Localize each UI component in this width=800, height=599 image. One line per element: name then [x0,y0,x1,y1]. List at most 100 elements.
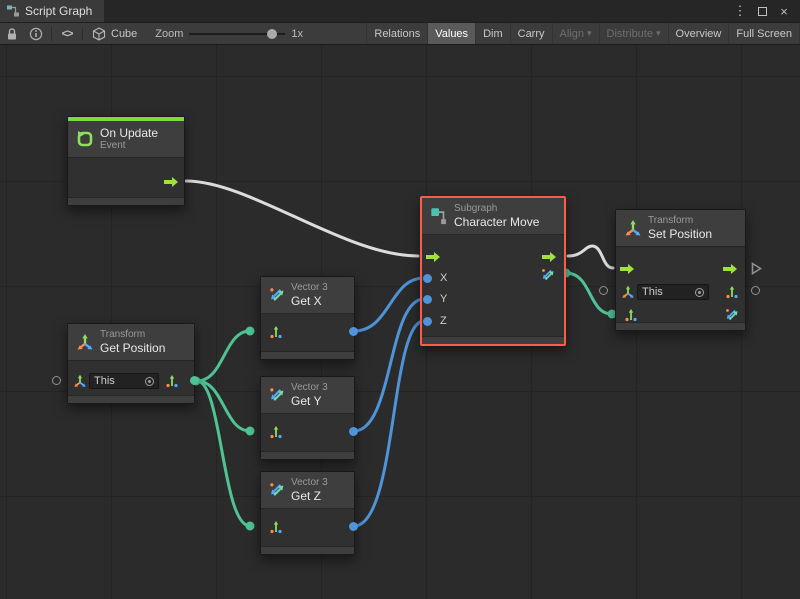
port-control-out[interactable] [164,177,178,187]
node-footer [261,351,354,359]
vector3-icon [269,482,285,498]
vector3-type-icon [165,374,179,388]
values-label: Values [435,28,468,40]
port-setposition-this-unconnected[interactable] [599,286,608,295]
node-get-y[interactable]: Vector 3 Get Y [260,376,355,460]
edit-source-button[interactable]: <> [55,23,79,44]
node-header: Transform Get Position [68,324,194,361]
transform-icon [76,333,94,351]
node-set-position[interactable]: Transform Set Position This [615,209,746,331]
zoom-label: Zoom [155,28,183,40]
node-title: Get Z [291,489,328,503]
graph-owner[interactable]: Cube [92,27,137,41]
tab-bar: Script Graph ⋮ × [0,0,800,22]
tab-script-graph[interactable]: Script Graph [0,0,104,22]
window-menu-button[interactable]: ⋮ [730,1,750,21]
node-category: Transform [100,329,165,341]
node-title: Set Position [648,227,712,241]
dim-button[interactable]: Dim [475,23,510,44]
wire-getposition-to-getx [197,331,250,381]
vector3-icon [269,287,285,303]
node-footer [68,197,184,205]
graph-owner-label: Cube [111,28,137,40]
node-header: Transform Set Position [616,210,745,247]
node-character-move[interactable]: Subgraph Character Move X Y Z [420,196,566,346]
port-control-in[interactable] [620,264,634,274]
toolbar-separator [51,27,52,41]
this-field[interactable]: This [637,284,709,300]
script-graph-icon [6,4,20,18]
object-picker-icon[interactable] [695,288,704,297]
node-title: On Update [100,126,158,140]
carry-button[interactable]: Carry [510,23,552,44]
node-header: Subgraph Character Move [422,198,564,235]
full-screen-label: Full Screen [736,28,792,40]
window-maximize-button[interactable] [752,1,772,21]
port-setposition-control-out-unconnected[interactable] [751,262,762,275]
value-type-icon [624,308,638,322]
port-control-out[interactable] [723,264,737,274]
port-y-label: Y [440,293,447,305]
port-z-in[interactable] [423,317,432,326]
full-screen-button[interactable]: Full Screen [728,23,800,44]
lock-button[interactable] [0,23,24,44]
carry-label: Carry [518,28,545,40]
event-accent-bar [68,117,184,121]
this-value: This [94,375,115,387]
node-category: Vector 3 [291,382,328,394]
node-title: Get Y [291,394,328,408]
node-on-update[interactable]: On Update Event [67,116,185,206]
vector3-type-icon [269,520,283,534]
cube-icon [92,27,106,41]
port-x-label: X [440,272,447,284]
on-update-loop-icon [76,130,94,148]
info-button[interactable] [24,23,48,44]
overview-button[interactable]: Overview [668,23,729,44]
node-get-position[interactable]: Transform Get Position This [67,323,195,404]
node-footer [616,322,745,330]
port-control-out[interactable] [542,252,556,262]
align-label: Align [560,28,584,40]
wire-charactermove-to-setposition [568,246,613,268]
toolbar-separator [82,27,83,41]
port-getposition-this-unconnected[interactable] [52,376,61,385]
port-control-in[interactable] [426,252,440,262]
wire-endpoint [246,522,255,531]
port-value-out[interactable] [190,376,199,385]
node-footer [68,395,194,403]
zoom-slider[interactable] [189,27,285,41]
wire-gety-to-charactermove [354,299,424,431]
zoom-slider-handle[interactable] [267,29,277,39]
node-get-x[interactable]: Vector 3 Get X [260,276,355,360]
relations-button[interactable]: Relations [366,23,427,44]
zoom-value: 1x [291,28,303,40]
port-y-out[interactable] [349,427,358,436]
this-value: This [642,286,663,298]
port-y-in[interactable] [423,295,432,304]
window-close-button[interactable]: × [774,1,794,21]
node-title: Get X [291,294,328,308]
transform-icon [624,219,642,237]
port-x-in[interactable] [423,274,432,283]
wire-endpoint [246,427,255,436]
port-z-out[interactable] [349,522,358,531]
script-graph-window: Script Graph ⋮ × <> Cube Zoom 1x [0,0,800,599]
graph-toolbar: <> Cube Zoom 1x Relations Values Dim Car… [0,22,800,45]
port-x-out[interactable] [349,327,358,336]
values-button[interactable]: Values [427,23,475,44]
vector3-type-icon [269,325,283,339]
transform-type-icon [621,285,635,299]
node-get-z[interactable]: Vector 3 Get Z [260,471,355,555]
node-category: Vector 3 [291,477,328,489]
object-picker-icon[interactable] [145,377,154,386]
port-z-label: Z [440,315,447,327]
chevron-down-icon: ▾ [587,28,592,39]
this-field[interactable]: This [89,373,159,389]
wire-endpoint [246,327,255,336]
node-category: Subgraph [454,203,539,215]
distribute-button[interactable]: Distribute ▾ [599,23,668,44]
align-button[interactable]: Align ▾ [552,23,599,44]
node-title: Character Move [454,215,539,229]
port-setposition-transform-out-unconnected[interactable] [751,286,760,295]
graph-canvas[interactable]: On Update Event Transform Get Position T… [0,45,800,599]
